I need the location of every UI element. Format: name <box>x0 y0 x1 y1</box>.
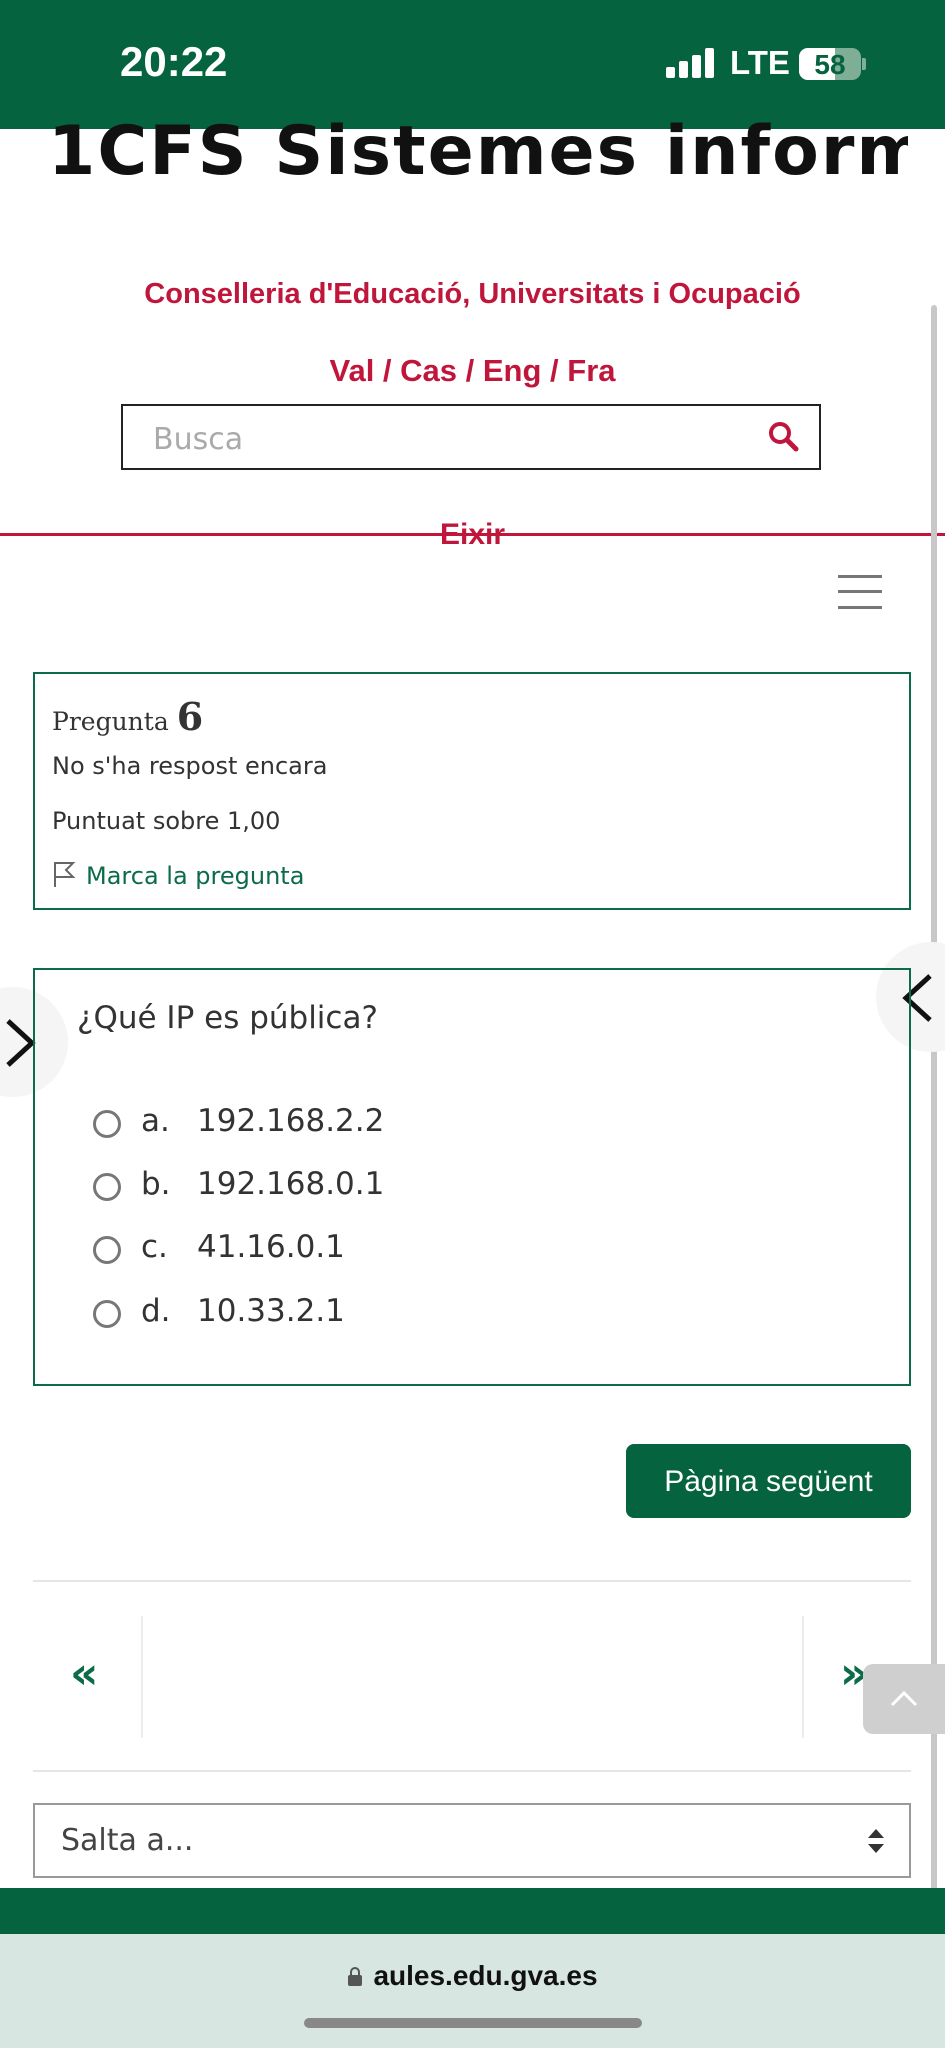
divider <box>33 1770 911 1772</box>
next-page-button[interactable]: Pàgina següent <box>626 1444 911 1518</box>
network-type: LTE <box>730 44 790 81</box>
option-text: 41.16.0.1 <box>197 1229 345 1265</box>
search-icon[interactable] <box>767 420 799 452</box>
url-text: aules.edu.gva.es <box>373 1960 598 1991</box>
status-time: 20:22 <box>120 38 228 85</box>
question-grade: Puntuat sobre 1,00 <box>52 807 281 835</box>
question-number-heading: Pregunta 6 <box>52 694 203 739</box>
menu-icon[interactable] <box>838 575 882 609</box>
question-text: ¿Qué IP es pública? <box>77 1000 378 1036</box>
flag-question-label: Marca la pregunta <box>86 862 305 890</box>
question-info: Pregunta 6 No s'ha respost encara Puntua… <box>33 672 911 910</box>
question-label: Pregunta <box>52 707 169 736</box>
radio-button[interactable] <box>93 1300 121 1328</box>
search-input[interactable] <box>151 418 755 460</box>
flag-icon <box>54 862 76 887</box>
jump-to-label: Salta a... <box>61 1823 194 1858</box>
signal-icon <box>666 48 716 78</box>
flag-question-link[interactable]: Marca la pregunta <box>52 860 304 890</box>
pager-separator <box>802 1616 804 1738</box>
battery-tip <box>862 58 866 70</box>
option-letter: c. <box>141 1229 168 1265</box>
pager-separator <box>141 1616 143 1738</box>
option-letter: a. <box>141 1103 170 1139</box>
back-to-top-button[interactable] <box>863 1664 945 1734</box>
lock-icon <box>348 1967 363 1986</box>
radio-button[interactable] <box>93 1236 121 1264</box>
option-text: 192.168.0.1 <box>197 1166 385 1202</box>
radio-button[interactable] <box>93 1110 121 1138</box>
home-indicator[interactable] <box>304 2018 642 2028</box>
org-link[interactable]: Conselleria d'Educació, Universitats i O… <box>0 278 945 311</box>
chevron-up-icon <box>890 1690 918 1707</box>
option-letter: d. <box>141 1293 171 1329</box>
option-letter: b. <box>141 1166 171 1202</box>
select-arrows-icon <box>868 1829 884 1853</box>
question-state: No s'ha respost encara <box>52 752 328 780</box>
site-title[interactable]: 1CFS Sistemes inform ... <box>48 112 908 191</box>
question-number: 6 <box>176 694 204 739</box>
url-display[interactable]: aules.edu.gva.es <box>0 1960 945 1992</box>
radio-button[interactable] <box>93 1173 121 1201</box>
battery-icon: 58 <box>799 48 861 80</box>
battery-level: 58 <box>814 49 846 80</box>
previous-activity-link[interactable]: « <box>70 1648 98 1699</box>
option-text: 10.33.2.1 <box>197 1293 345 1329</box>
footer <box>0 1888 945 1934</box>
divider <box>33 1580 911 1582</box>
question-content: ¿Qué IP es pública? a. 192.168.2.2 b. 19… <box>33 968 911 1386</box>
language-links[interactable]: Val / Cas / Eng / Fra <box>0 353 945 389</box>
jump-to-select[interactable]: Salta a... <box>33 1803 911 1878</box>
search-box <box>121 404 821 470</box>
exit-link[interactable]: Eixir <box>0 518 945 552</box>
option-text: 192.168.2.2 <box>197 1103 385 1139</box>
